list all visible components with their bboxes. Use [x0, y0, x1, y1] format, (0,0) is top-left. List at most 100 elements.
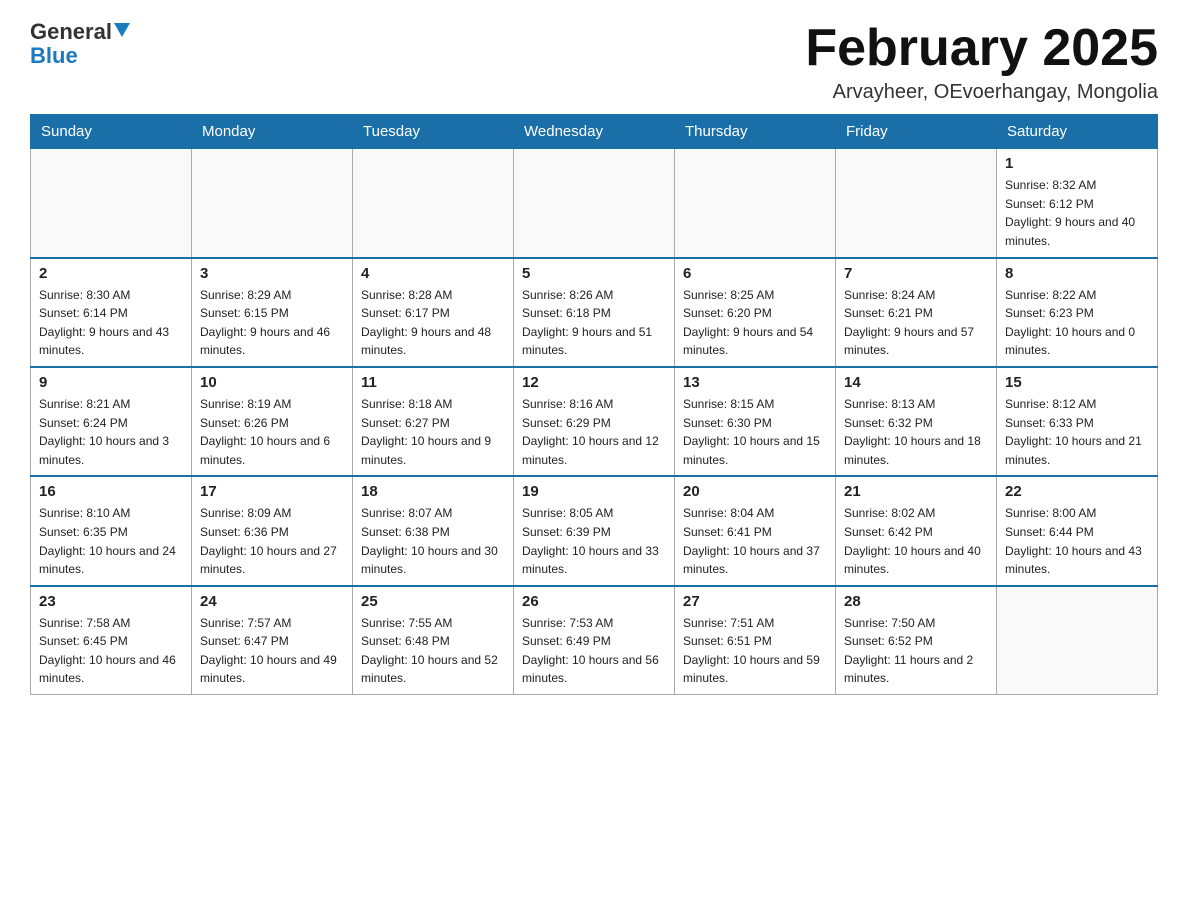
calendar-header-row: SundayMondayTuesdayWednesdayThursdayFrid… [31, 115, 1158, 149]
calendar-day-cell [31, 149, 192, 258]
calendar-day-cell: 16 Sunrise: 8:10 AMSunset: 6:35 PMDayligh… [31, 476, 192, 585]
day-number: 12 [522, 374, 666, 391]
calendar-day-cell: 20 Sunrise: 8:04 AMSunset: 6:41 PMDayligh… [675, 476, 836, 585]
day-number: 22 [1005, 483, 1149, 500]
day-info: Sunrise: 8:05 AMSunset: 6:39 PMDaylight:… [522, 504, 666, 578]
logo-triangle-icon [114, 23, 130, 37]
calendar-day-cell: 27Sunrise: 7:51 AMSunset: 6:51 PMDayligh… [675, 586, 836, 695]
calendar-week-row: 9 Sunrise: 8:21 AMSunset: 6:24 PMDaylight… [31, 367, 1158, 476]
calendar-day-cell [836, 149, 997, 258]
day-number: 3 [200, 265, 344, 282]
day-number: 26 [522, 593, 666, 610]
day-info: Sunrise: 7:57 AMSunset: 6:47 PMDaylight:… [200, 614, 344, 688]
calendar-day-cell [997, 586, 1158, 695]
calendar-day-cell: 11 Sunrise: 8:18 AMSunset: 6:27 PMDayligh… [353, 367, 514, 476]
calendar-week-row: 1 Sunrise: 8:32 AMSunset: 6:12 PMDaylight… [31, 149, 1158, 258]
day-info: Sunrise: 8:30 AMSunset: 6:14 PMDaylight:… [39, 286, 183, 360]
day-info: Sunrise: 8:09 AMSunset: 6:36 PMDaylight:… [200, 504, 344, 578]
calendar-day-cell: 24Sunrise: 7:57 AMSunset: 6:47 PMDayligh… [192, 586, 353, 695]
logo-blue-text: Blue [30, 43, 78, 68]
day-info: Sunrise: 8:28 AMSunset: 6:17 PMDaylight:… [361, 286, 505, 360]
day-number: 21 [844, 483, 988, 500]
day-info: Sunrise: 7:51 AMSunset: 6:51 PMDaylight:… [683, 614, 827, 688]
day-number: 10 [200, 374, 344, 391]
day-info: Sunrise: 8:00 AMSunset: 6:44 PMDaylight:… [1005, 504, 1149, 578]
calendar-day-cell: 9 Sunrise: 8:21 AMSunset: 6:24 PMDaylight… [31, 367, 192, 476]
calendar-day-cell: 12 Sunrise: 8:16 AMSunset: 6:29 PMDayligh… [514, 367, 675, 476]
calendar-week-row: 2 Sunrise: 8:30 AMSunset: 6:14 PMDaylight… [31, 258, 1158, 367]
calendar-week-row: 16 Sunrise: 8:10 AMSunset: 6:35 PMDayligh… [31, 476, 1158, 585]
calendar-day-cell: 2 Sunrise: 8:30 AMSunset: 6:14 PMDaylight… [31, 258, 192, 367]
calendar-day-cell [192, 149, 353, 258]
day-info: Sunrise: 8:10 AMSunset: 6:35 PMDaylight:… [39, 504, 183, 578]
calendar-day-cell: 5 Sunrise: 8:26 AMSunset: 6:18 PMDaylight… [514, 258, 675, 367]
calendar-day-cell: 7 Sunrise: 8:24 AMSunset: 6:21 PMDaylight… [836, 258, 997, 367]
day-number: 19 [522, 483, 666, 500]
calendar-day-cell: 23 Sunrise: 7:58 AMSunset: 6:45 PMDayligh… [31, 586, 192, 695]
day-info: Sunrise: 7:55 AMSunset: 6:48 PMDaylight:… [361, 614, 505, 688]
col-header-monday: Monday [192, 115, 353, 149]
day-number: 9 [39, 374, 183, 391]
calendar-day-cell: 19 Sunrise: 8:05 AMSunset: 6:39 PMDayligh… [514, 476, 675, 585]
logo: General Blue [30, 20, 130, 68]
col-header-thursday: Thursday [675, 115, 836, 149]
day-info: Sunrise: 8:21 AMSunset: 6:24 PMDaylight:… [39, 395, 183, 469]
day-number: 8 [1005, 265, 1149, 282]
page-header: General Blue February 2025 Arvayheer, OE… [30, 20, 1158, 104]
calendar-day-cell: 6 Sunrise: 8:25 AMSunset: 6:20 PMDaylight… [675, 258, 836, 367]
day-info: Sunrise: 8:12 AMSunset: 6:33 PMDaylight:… [1005, 395, 1149, 469]
calendar-day-cell: 26 Sunrise: 7:53 AMSunset: 6:49 PMDayligh… [514, 586, 675, 695]
day-info: Sunrise: 8:24 AMSunset: 6:21 PMDaylight:… [844, 286, 988, 360]
day-info: Sunrise: 8:25 AMSunset: 6:20 PMDaylight:… [683, 286, 827, 360]
day-number: 14 [844, 374, 988, 391]
day-info: Sunrise: 8:18 AMSunset: 6:27 PMDaylight:… [361, 395, 505, 469]
day-info: Sunrise: 8:15 AMSunset: 6:30 PMDaylight:… [683, 395, 827, 469]
calendar-day-cell: 8 Sunrise: 8:22 AMSunset: 6:23 PMDaylight… [997, 258, 1158, 367]
calendar-table: SundayMondayTuesdayWednesdayThursdayFrid… [30, 114, 1158, 695]
calendar-day-cell: 21 Sunrise: 8:02 AMSunset: 6:42 PMDayligh… [836, 476, 997, 585]
day-info: Sunrise: 8:13 AMSunset: 6:32 PMDaylight:… [844, 395, 988, 469]
day-number: 25 [361, 593, 505, 610]
day-info: Sunrise: 8:22 AMSunset: 6:23 PMDaylight:… [1005, 286, 1149, 360]
calendar-day-cell [675, 149, 836, 258]
day-number: 17 [200, 483, 344, 500]
calendar-day-cell: 28Sunrise: 7:50 AMSunset: 6:52 PMDayligh… [836, 586, 997, 695]
col-header-sunday: Sunday [31, 115, 192, 149]
day-number: 7 [844, 265, 988, 282]
calendar-day-cell: 18 Sunrise: 8:07 AMSunset: 6:38 PMDayligh… [353, 476, 514, 585]
day-info: Sunrise: 8:32 AMSunset: 6:12 PMDaylight:… [1005, 176, 1149, 250]
day-number: 20 [683, 483, 827, 500]
calendar-day-cell: 4 Sunrise: 8:28 AMSunset: 6:17 PMDaylight… [353, 258, 514, 367]
day-number: 15 [1005, 374, 1149, 391]
calendar-day-cell: 3 Sunrise: 8:29 AMSunset: 6:15 PMDaylight… [192, 258, 353, 367]
col-header-wednesday: Wednesday [514, 115, 675, 149]
day-info: Sunrise: 8:26 AMSunset: 6:18 PMDaylight:… [522, 286, 666, 360]
day-number: 18 [361, 483, 505, 500]
day-info: Sunrise: 8:04 AMSunset: 6:41 PMDaylight:… [683, 504, 827, 578]
calendar-day-cell: 13Sunrise: 8:15 AMSunset: 6:30 PMDayligh… [675, 367, 836, 476]
day-number: 11 [361, 374, 505, 391]
day-number: 6 [683, 265, 827, 282]
day-info: Sunrise: 7:53 AMSunset: 6:49 PMDaylight:… [522, 614, 666, 688]
calendar-day-cell: 10 Sunrise: 8:19 AMSunset: 6:26 PMDayligh… [192, 367, 353, 476]
col-header-tuesday: Tuesday [353, 115, 514, 149]
day-number: 1 [1005, 155, 1149, 172]
col-header-saturday: Saturday [997, 115, 1158, 149]
calendar-week-row: 23 Sunrise: 7:58 AMSunset: 6:45 PMDayligh… [31, 586, 1158, 695]
day-number: 4 [361, 265, 505, 282]
calendar-day-cell: 15 Sunrise: 8:12 AMSunset: 6:33 PMDayligh… [997, 367, 1158, 476]
day-info: Sunrise: 8:07 AMSunset: 6:38 PMDaylight:… [361, 504, 505, 578]
day-number: 2 [39, 265, 183, 282]
day-info: Sunrise: 8:02 AMSunset: 6:42 PMDaylight:… [844, 504, 988, 578]
calendar-day-cell [514, 149, 675, 258]
calendar-day-cell: 25 Sunrise: 7:55 AMSunset: 6:48 PMDayligh… [353, 586, 514, 695]
day-number: 16 [39, 483, 183, 500]
day-info: Sunrise: 8:19 AMSunset: 6:26 PMDaylight:… [200, 395, 344, 469]
day-info: Sunrise: 8:16 AMSunset: 6:29 PMDaylight:… [522, 395, 666, 469]
day-info: Sunrise: 8:29 AMSunset: 6:15 PMDaylight:… [200, 286, 344, 360]
day-number: 23 [39, 593, 183, 610]
day-info: Sunrise: 7:58 AMSunset: 6:45 PMDaylight:… [39, 614, 183, 688]
day-number: 5 [522, 265, 666, 282]
calendar-subtitle: Arvayheer, OEvoerhangay, Mongolia [805, 81, 1158, 104]
day-info: Sunrise: 7:50 AMSunset: 6:52 PMDaylight:… [844, 614, 988, 688]
